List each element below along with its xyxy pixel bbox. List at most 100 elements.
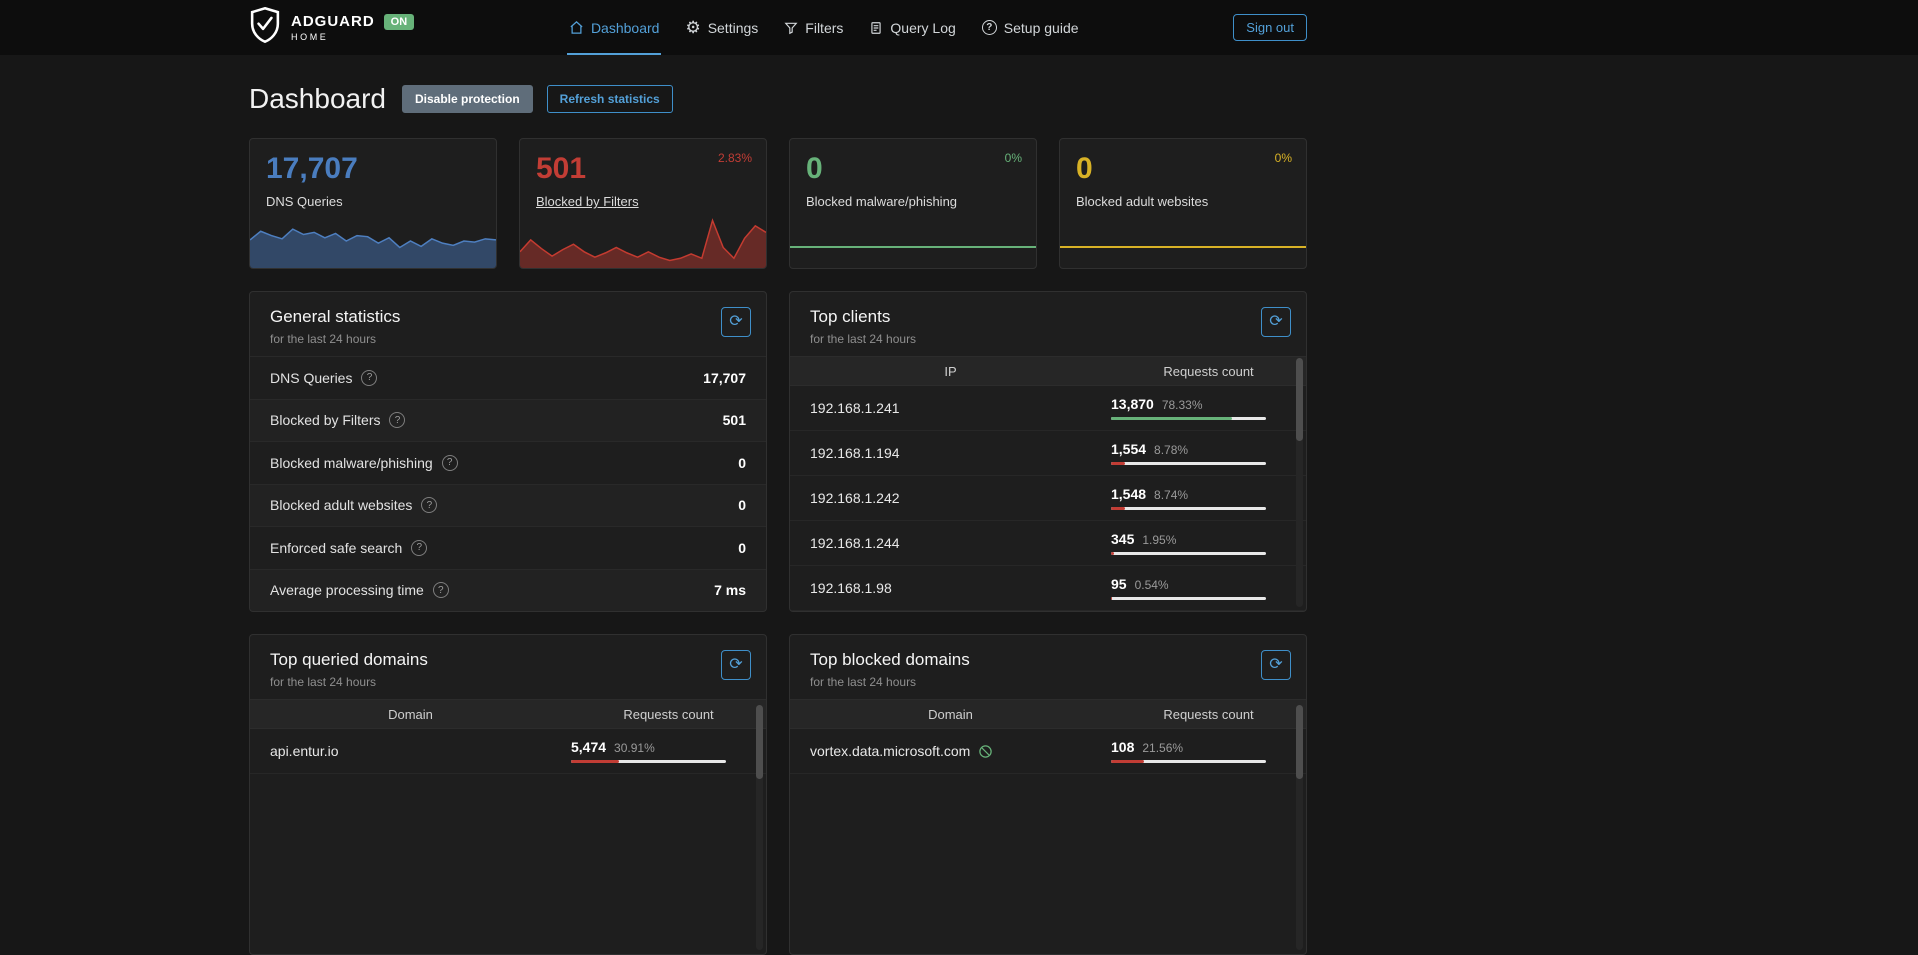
help-icon[interactable]: ?: [433, 582, 449, 598]
stat-value: 17,707: [266, 152, 496, 186]
requests-count-block: 345 1.95%: [1111, 531, 1286, 555]
home-icon: [569, 20, 584, 35]
client-row: 192.168.1.242 1,5488.74%: [790, 476, 1306, 521]
progress-fill: [1111, 462, 1125, 465]
request-percent: 8.78%: [1154, 443, 1188, 457]
help-icon[interactable]: ?: [442, 455, 458, 471]
tab-filters[interactable]: Filters: [782, 0, 845, 55]
stat-row: Blocked malware/phishing? 0: [250, 441, 766, 484]
client-ip[interactable]: 192.168.1.244: [810, 535, 1111, 551]
progress-fill: [1111, 507, 1125, 510]
stat-cards-row: 17,707 DNS Queries 2.83% 501 Blocked by …: [249, 138, 1307, 269]
scrollbar-thumb[interactable]: [756, 705, 763, 779]
panel-subtitle: for the last 24 hours: [270, 675, 746, 689]
request-percent: 78.33%: [1162, 398, 1203, 412]
progress-fill: [571, 760, 619, 763]
blocked-by-filters-link[interactable]: Blocked by Filters: [536, 194, 639, 209]
refresh-icon[interactable]: ⟳: [1261, 307, 1291, 337]
help-icon[interactable]: ?: [389, 412, 405, 428]
general-statistics-panel: General statistics for the last 24 hours…: [249, 291, 767, 612]
client-row: 192.168.1.194 1,554 8.78%: [790, 431, 1306, 476]
refresh-icon[interactable]: ⟳: [721, 650, 751, 680]
tab-settings[interactable]: ⚙ Settings: [683, 0, 760, 55]
refresh-icon[interactable]: ⟳: [1261, 650, 1291, 680]
stat-percent: 0%: [1005, 151, 1022, 165]
disable-protection-button[interactable]: Disable protection: [402, 85, 533, 113]
refresh-icon[interactable]: ⟳: [721, 307, 751, 337]
client-row: 192.168.1.244 345 1.95%: [790, 521, 1306, 566]
help-icon[interactable]: ?: [361, 370, 377, 386]
request-count: 345: [1111, 531, 1134, 547]
client-ip[interactable]: 192.168.1.242: [810, 490, 1111, 506]
client-row: 192.168.1.98 950.54%: [790, 566, 1306, 611]
stat-row: Average processing time? 7 ms: [250, 569, 766, 612]
blocked-by-filters-card: 2.83% 501 Blocked by Filters: [519, 138, 767, 269]
column-header-requests: Requests count: [1111, 364, 1306, 379]
main-nav: Dashboard ⚙ Settings Filters Query Log ?: [414, 0, 1233, 55]
tab-setup-guide[interactable]: ? Setup guide: [980, 0, 1081, 55]
stat-percent: 0%: [1275, 151, 1292, 165]
request-percent: 1.95%: [1142, 533, 1176, 547]
help-icon[interactable]: ?: [411, 540, 427, 556]
requests-count-block: 10821.56%: [1111, 739, 1286, 763]
blocked-adult-card: 0% 0 Blocked adult websites: [1059, 138, 1307, 269]
stat-row-label: Blocked adult websites: [270, 497, 412, 513]
protection-status-badge: ON: [384, 14, 415, 30]
refresh-statistics-button[interactable]: Refresh statistics: [547, 85, 673, 113]
unblock-domain-icon[interactable]: [978, 744, 993, 759]
main-content: Dashboard Disable protection Refresh sta…: [249, 83, 1307, 955]
panel-subtitle: for the last 24 hours: [810, 332, 1286, 346]
scrollbar[interactable]: [1296, 358, 1303, 607]
tab-label: Query Log: [890, 20, 955, 36]
tab-query-log[interactable]: Query Log: [867, 0, 957, 55]
progress-track: [1111, 760, 1266, 763]
request-count: 108: [1111, 739, 1134, 755]
domain-name: vortex.data.microsoft.com: [810, 743, 970, 759]
domain-cell[interactable]: api.entur.io: [270, 743, 571, 759]
page-title: Dashboard: [249, 83, 386, 115]
client-ip[interactable]: 192.168.1.194: [810, 445, 1111, 461]
stat-row-value: 501: [723, 412, 746, 428]
requests-count-block: 13,870 78.33%: [1111, 396, 1286, 420]
panel-subtitle: for the last 24 hours: [810, 675, 1286, 689]
progress-fill: [1111, 417, 1232, 420]
request-count: 13,870: [1111, 396, 1154, 412]
scrollbar[interactable]: [756, 701, 763, 950]
domain-row: vortex.data.microsoft.com 10821.56%: [790, 729, 1306, 774]
domain-row: api.entur.io 5,47430.91%: [250, 729, 766, 774]
domain-cell[interactable]: vortex.data.microsoft.com: [810, 743, 1111, 759]
stat-value: 0: [806, 152, 1036, 186]
sign-out-button[interactable]: Sign out: [1233, 14, 1307, 41]
panel-header: Top queried domains for the last 24 hour…: [250, 635, 766, 699]
tab-dashboard[interactable]: Dashboard: [567, 0, 662, 55]
progress-track: [1111, 552, 1266, 555]
brand-text: ADGUARD ON HOME: [291, 13, 414, 42]
adguard-logo[interactable]: ADGUARD ON HOME: [249, 0, 414, 55]
stat-label: DNS Queries: [266, 194, 496, 209]
stat-label: Blocked adult websites: [1076, 194, 1306, 209]
table-header: Domain Requests count: [250, 699, 766, 729]
help-icon[interactable]: ?: [421, 497, 437, 513]
column-header-requests: Requests count: [1111, 707, 1306, 722]
dns-sparkline-chart: [250, 214, 496, 268]
client-ip[interactable]: 192.168.1.241: [810, 400, 1111, 416]
scrollbar[interactable]: [1296, 701, 1303, 950]
requests-count-block: 1,554 8.78%: [1111, 441, 1286, 465]
panel-header: Top clients for the last 24 hours: [790, 292, 1306, 356]
domain-name: api.entur.io: [270, 743, 339, 759]
panel-title: General statistics: [270, 307, 746, 327]
stat-row: Blocked adult websites? 0: [250, 484, 766, 527]
requests-count-block: 5,47430.91%: [571, 739, 746, 763]
client-ip[interactable]: 192.168.1.98: [810, 580, 1111, 596]
shield-check-icon: [249, 7, 281, 48]
column-header-requests: Requests count: [571, 707, 766, 722]
scrollbar-thumb[interactable]: [1296, 705, 1303, 779]
stat-row-value: 0: [738, 455, 746, 471]
stat-row: Blocked by Filters? 501: [250, 399, 766, 442]
stat-value: 0: [1076, 152, 1306, 186]
request-count: 1,554: [1111, 441, 1146, 457]
help-circle-icon: ?: [982, 20, 997, 35]
panel-title: Top clients: [810, 307, 1286, 327]
scrollbar-thumb[interactable]: [1296, 358, 1303, 441]
panel-header: General statistics for the last 24 hours: [250, 292, 766, 356]
